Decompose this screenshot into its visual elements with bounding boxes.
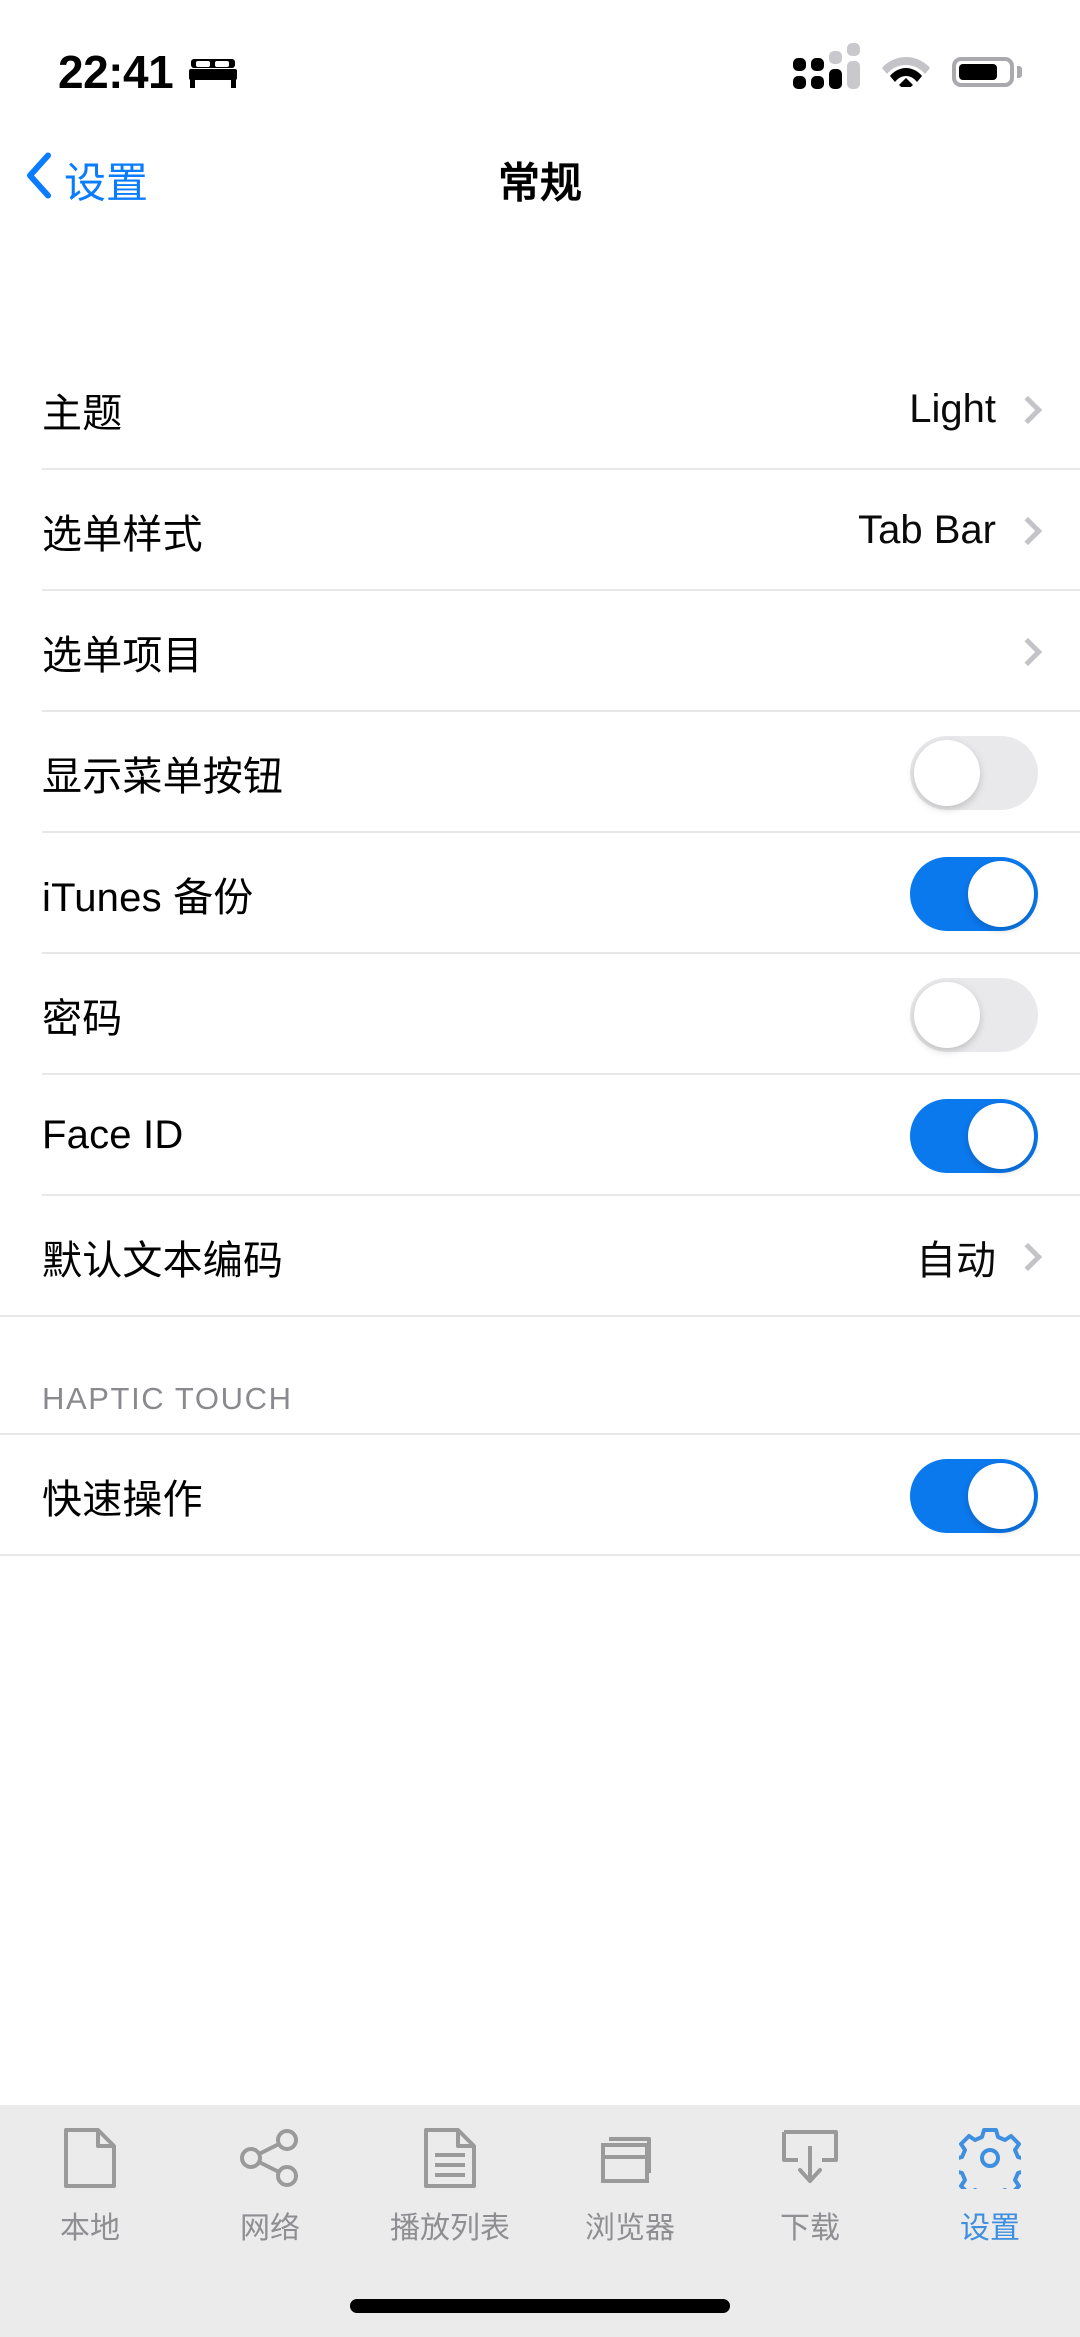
tab-local[interactable]: 本地 — [0, 2127, 180, 2247]
row-label: 默认文本编码 — [42, 1238, 284, 1283]
tab-label: 本地 — [60, 2212, 120, 2245]
tab-label: 设置 — [960, 2212, 1020, 2245]
document-icon — [59, 2127, 121, 2189]
row-value: Light — [909, 387, 996, 431]
settings-row-quick-actions[interactable]: 快速操作 — [0, 1435, 1080, 1556]
face-id-toggle[interactable] — [910, 1098, 1038, 1173]
tab-download[interactable]: 下载 — [720, 2127, 900, 2247]
row-value: Tab Bar — [858, 508, 996, 552]
back-button-label: 设置 — [64, 159, 149, 207]
settings-row-password[interactable]: 密码 — [0, 954, 1080, 1075]
chevron-right-icon — [1013, 395, 1043, 424]
row-label: Face ID — [42, 1113, 184, 1157]
section-header-haptic-touch: HAPTIC TOUCH — [0, 1317, 1080, 1435]
settings-row-itunes-backup[interactable]: iTunes 备份 — [0, 833, 1080, 954]
itunes-backup-toggle[interactable] — [910, 856, 1038, 931]
chevron-left-icon — [26, 152, 52, 208]
tab-label: 播放列表 — [390, 2212, 510, 2245]
settings-row-menu-style[interactable]: 选单样式 Tab Bar — [0, 470, 1080, 591]
row-label: 选单项目 — [42, 633, 203, 678]
settings-row-show-menu-button[interactable]: 显示菜单按钮 — [0, 712, 1080, 833]
document-lines-icon — [419, 2127, 481, 2189]
row-label: 密码 — [42, 996, 123, 1041]
settings-row-face-id[interactable]: Face ID — [0, 1075, 1080, 1196]
password-toggle[interactable] — [910, 977, 1038, 1052]
row-label: 主题 — [42, 391, 123, 436]
row-accessory — [1013, 637, 1043, 666]
row-accessory: 自动 — [916, 1228, 1043, 1286]
navigation-bar: 设置 常规 — [0, 125, 1080, 235]
chevron-right-icon — [1013, 637, 1043, 666]
app-screen: 22:41 设置 常规 主题 Light 选单样式 Tab Bar 选单项目 显… — [0, 0, 1080, 2337]
browser-windows-icon — [599, 2127, 661, 2189]
row-accessory: Light — [909, 387, 1043, 432]
status-bar: 22:41 — [0, 0, 1080, 125]
status-bar-left: 22:41 — [58, 27, 238, 99]
gear-icon — [959, 2127, 1021, 2189]
status-time: 22:41 — [58, 45, 174, 98]
page-title: 常规 — [497, 159, 583, 207]
tab-network[interactable]: 网络 — [180, 2127, 360, 2247]
download-icon — [779, 2127, 841, 2189]
quick-actions-toggle[interactable] — [910, 1458, 1038, 1533]
battery-icon — [952, 56, 1022, 87]
home-indicator[interactable] — [350, 2299, 730, 2313]
show-menu-button-toggle[interactable] — [910, 735, 1038, 810]
chevron-right-icon — [1013, 516, 1043, 545]
share-network-icon — [239, 2127, 301, 2189]
settings-group-general: 主题 Light 选单样式 Tab Bar 选单项目 显示菜单按钮 iTunes… — [0, 349, 1080, 1556]
tab-playlist[interactable]: 播放列表 — [360, 2127, 540, 2247]
wifi-icon — [882, 51, 930, 92]
settings-row-menu-items[interactable]: 选单项目 — [0, 591, 1080, 712]
settings-row-text-encoding[interactable]: 默认文本编码 自动 — [0, 1196, 1080, 1317]
tab-label: 网络 — [240, 2212, 300, 2245]
back-button[interactable]: 设置 — [26, 150, 148, 211]
bed-icon — [189, 55, 238, 89]
row-label: iTunes 备份 — [42, 875, 254, 920]
row-label: 选单样式 — [42, 512, 203, 557]
row-value: 自动 — [916, 1238, 996, 1283]
tab-settings[interactable]: 设置 — [900, 2127, 1080, 2247]
cellular-signal-icon — [793, 42, 860, 89]
tab-bar: 本地 网络 播放列表 浏览器 下载 设置 — [0, 2105, 1080, 2337]
row-label: 快速操作 — [42, 1477, 203, 1522]
settings-row-theme[interactable]: 主题 Light — [0, 349, 1080, 470]
chevron-right-icon — [1013, 1242, 1043, 1271]
section-header-label: HAPTIC TOUCH — [42, 1381, 293, 1416]
tab-label: 下载 — [780, 2212, 840, 2245]
row-accessory: Tab Bar — [858, 508, 1043, 553]
status-bar-right — [793, 33, 1022, 92]
row-separator — [0, 1554, 1080, 1556]
row-label: 显示菜单按钮 — [42, 754, 284, 799]
tab-label: 浏览器 — [585, 2212, 675, 2245]
tab-browser[interactable]: 浏览器 — [540, 2127, 720, 2247]
